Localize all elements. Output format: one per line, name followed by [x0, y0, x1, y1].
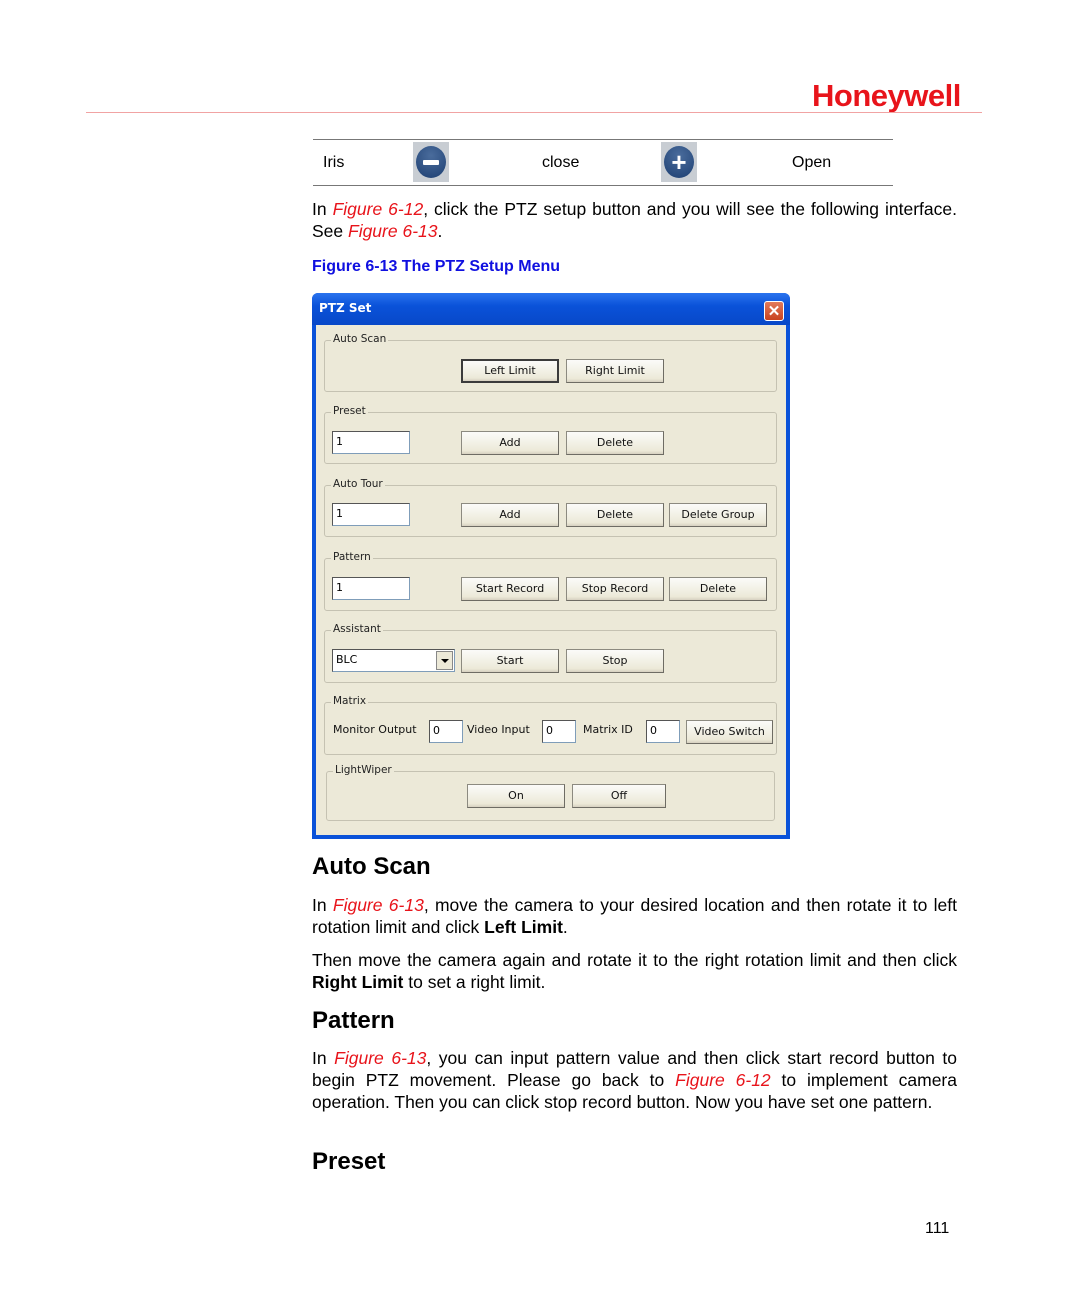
iris-close-label: close [542, 154, 580, 171]
group-legend: Auto Tour [331, 478, 385, 490]
group-auto-scan: Auto Scan Left Limit Right Limit [324, 333, 777, 392]
preset-input[interactable]: 1 [332, 431, 410, 454]
group-light-wiper: LightWiper On Off [326, 764, 775, 821]
assistant-select[interactable]: BLC [332, 649, 455, 672]
group-legend: Assistant [331, 623, 383, 635]
page-number: 111 [925, 1220, 950, 1237]
text: to set a right limit. [403, 972, 546, 992]
iris-open-button[interactable]: + [661, 142, 697, 182]
group-pattern: Pattern 1 Start Record Stop Record Delet… [324, 551, 777, 611]
auto-tour-add-button[interactable]: Add [461, 503, 559, 527]
video-input-label: Video Input [467, 723, 530, 736]
start-record-button[interactable]: Start Record [461, 577, 559, 601]
pattern-input[interactable]: 1 [332, 577, 410, 600]
close-icon[interactable]: ✕ [764, 301, 784, 321]
heading-auto-scan: Auto Scan [312, 853, 431, 880]
header-rule [86, 112, 982, 113]
light-wiper-on-button[interactable]: On [467, 784, 565, 808]
intro-paragraph: In Figure 6-12, click the PTZ setup butt… [312, 198, 957, 242]
group-auto-tour: Auto Tour 1 Add Delete Delete Group [324, 478, 777, 537]
honeywell-logo: Honeywell [812, 78, 961, 113]
left-limit-button[interactable]: Left Limit [461, 359, 559, 383]
video-switch-button[interactable]: Video Switch [686, 720, 773, 744]
auto-tour-delete-button[interactable]: Delete [566, 503, 664, 527]
dialog-titlebar[interactable]: PTZ Set ✕ [312, 293, 790, 325]
matrix-id-input[interactable]: 0 [646, 720, 680, 743]
text: In [312, 895, 333, 915]
text: . [562, 917, 568, 937]
ptz-set-dialog: PTZ Set ✕ Auto Scan Left Limit Right Lim… [312, 293, 790, 839]
group-assistant: Assistant BLC Start Stop [324, 623, 777, 683]
text: In [312, 1048, 335, 1068]
auto-scan-paragraph-1: In Figure 6-13, move the camera to your … [312, 894, 957, 938]
minus-circle-icon [416, 146, 446, 178]
text: Then move the camera again and rotate it… [312, 950, 957, 970]
auto-tour-delete-group-button[interactable]: Delete Group [669, 503, 767, 527]
figure-link[interactable]: Figure 6-12 [333, 199, 424, 219]
bold-text: Right Limit [312, 972, 404, 992]
group-legend: Matrix [331, 695, 369, 707]
preset-delete-button[interactable]: Delete [566, 431, 664, 455]
text: In [312, 199, 333, 219]
figure-caption: Figure 6-13 The PTZ Setup Menu [312, 258, 561, 275]
pattern-paragraph: In Figure 6-13, you can input pattern va… [312, 1047, 957, 1113]
matrix-id-label: Matrix ID [583, 723, 633, 736]
iris-label: Iris [323, 154, 345, 171]
assistant-stop-button[interactable]: Stop [566, 649, 664, 673]
bold-text: Left Limit [484, 917, 563, 937]
stop-record-button[interactable]: Stop Record [566, 577, 664, 601]
text: . [437, 221, 443, 241]
group-legend: Preset [331, 405, 368, 417]
light-wiper-off-button[interactable]: Off [572, 784, 666, 808]
assistant-start-button[interactable]: Start [461, 649, 559, 673]
group-legend: Pattern [331, 551, 373, 563]
group-preset: Preset 1 Add Delete [324, 405, 777, 464]
pattern-delete-button[interactable]: Delete [669, 577, 767, 601]
auto-scan-paragraph-2: Then move the camera again and rotate it… [312, 949, 957, 993]
figure-link[interactable]: Figure 6-13 [334, 1048, 426, 1068]
plus-circle-icon: + [664, 146, 694, 178]
assistant-selected-value: BLC [336, 653, 358, 666]
group-legend: Auto Scan [331, 333, 389, 345]
auto-tour-input[interactable]: 1 [332, 503, 410, 526]
figure-link[interactable]: Figure 6-13 [333, 895, 424, 915]
group-legend: LightWiper [333, 764, 394, 776]
chevron-down-icon[interactable] [436, 651, 453, 670]
dialog-title: PTZ Set [319, 301, 372, 315]
figure-link[interactable]: Figure 6-12 [675, 1070, 771, 1090]
dialog-client: Auto Scan Left Limit Right Limit Preset … [316, 325, 786, 835]
iris-table: Iris close + Open [313, 139, 893, 186]
preset-add-button[interactable]: Add [461, 431, 559, 455]
heading-preset: Preset [312, 1148, 386, 1175]
iris-close-button[interactable] [413, 142, 449, 182]
monitor-output-label: Monitor Output [333, 723, 417, 736]
right-limit-button[interactable]: Right Limit [566, 359, 664, 383]
heading-pattern: Pattern [312, 1007, 395, 1034]
figure-link[interactable]: Figure 6-13 [348, 221, 438, 241]
video-input-input[interactable]: 0 [542, 720, 576, 743]
iris-open-label: Open [792, 154, 832, 171]
monitor-output-input[interactable]: 0 [429, 720, 463, 743]
group-matrix: Matrix Monitor Output 0 Video Input 0 Ma… [324, 695, 777, 755]
